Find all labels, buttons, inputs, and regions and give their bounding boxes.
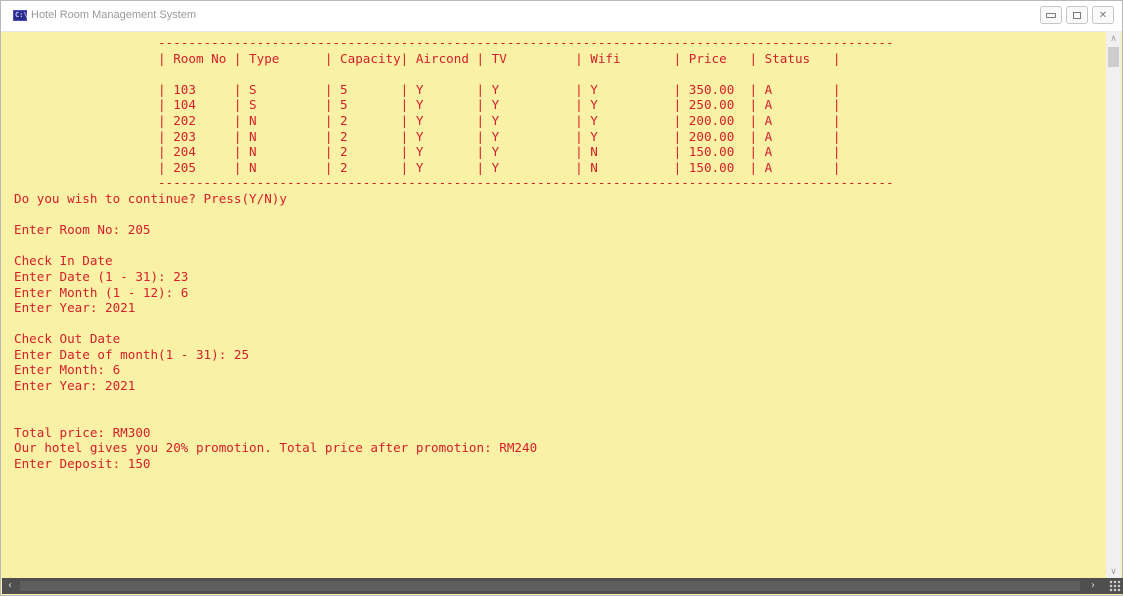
vertical-scroll-thumb[interactable] <box>1108 47 1119 67</box>
vertical-scrollbar[interactable]: ∧ ∨ <box>1106 31 1121 580</box>
title-bar[interactable]: C:\ Hotel Room Management System ✕ <box>1 1 1122 32</box>
console-lines: Do you wish to continue? Press(Y/N)y Ent… <box>14 190 538 472</box>
maximize-icon <box>1073 11 1081 19</box>
window-controls: ✕ <box>1040 6 1114 24</box>
close-button[interactable]: ✕ <box>1092 6 1114 24</box>
console-output-area[interactable]: ----------------------------------------… <box>1 31 1107 580</box>
scroll-down-icon[interactable]: ∨ <box>1106 566 1121 578</box>
scroll-up-icon[interactable]: ∧ <box>1106 33 1121 45</box>
scroll-right-icon[interactable]: › <box>1085 578 1101 594</box>
window-title: Hotel Room Management System <box>31 9 197 21</box>
horizontal-scroll-thumb[interactable] <box>20 581 1080 591</box>
maximize-button[interactable] <box>1066 6 1088 24</box>
scroll-left-icon[interactable]: ‹ <box>2 578 18 594</box>
room-table: ----------------------------------------… <box>14 35 894 191</box>
close-icon: ✕ <box>1098 9 1108 21</box>
resize-grip-icon[interactable] <box>1109 580 1121 592</box>
console-window: C:\ Hotel Room Management System ✕ -----… <box>0 0 1123 596</box>
room-table-text: ----------------------------------------… <box>158 35 894 191</box>
minimize-button[interactable] <box>1040 6 1062 24</box>
console-app-icon[interactable]: C:\ <box>13 10 28 21</box>
minimize-icon <box>1046 12 1056 18</box>
console-text: ----------------------------------------… <box>14 35 894 472</box>
horizontal-scrollbar[interactable]: ‹ › <box>2 578 1123 594</box>
